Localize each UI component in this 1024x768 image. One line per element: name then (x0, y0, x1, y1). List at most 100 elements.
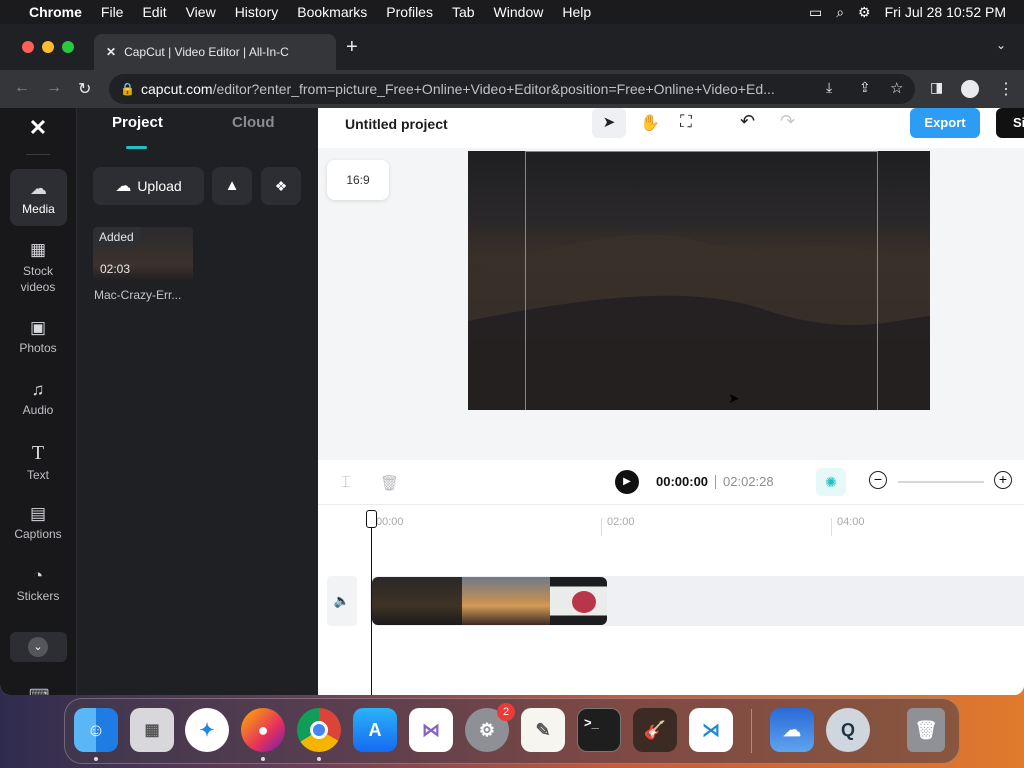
dock-visual-studio[interactable]: ⋈ (409, 708, 453, 752)
dock-textedit[interactable]: ✎ (521, 708, 565, 752)
sign-in-button[interactable]: Si (996, 108, 1024, 138)
menu-file[interactable]: File (101, 4, 124, 20)
editor-canvas: Untitled project ➤ ✋ ⛶ ↶ ↷ Export Si 16:… (318, 108, 1024, 695)
crop-selection-frame[interactable] (525, 151, 878, 410)
back-icon[interactable]: ← (14, 79, 30, 97)
dock: ☺ ▦ ✦ ● A ⋈ ⚙ 2 ✎ >_ 🎸 ⋊ ☁ Q 🗑 (64, 698, 960, 764)
dock-weather[interactable]: ☁ (770, 708, 814, 752)
keyboard-shortcuts-icon[interactable]: ⌨ (29, 686, 49, 695)
sidebar-item-photos[interactable]: ▣ Photos (0, 318, 76, 355)
dock-quicktime[interactable]: Q (826, 708, 870, 752)
screen-mirror-icon[interactable]: ▭ (809, 4, 822, 21)
undo-icon[interactable]: ↶ (740, 111, 755, 132)
menu-edit[interactable]: Edit (142, 4, 166, 20)
fullscreen-icon[interactable]: ⛶ (680, 112, 692, 132)
hand-tool-icon[interactable]: ✋ (640, 113, 660, 133)
upload-label: Upload (137, 178, 182, 194)
minimize-window-button[interactable] (42, 41, 54, 53)
zoom-window-button[interactable] (62, 41, 74, 53)
zoom-out-icon[interactable]: − (869, 471, 887, 489)
close-window-button[interactable] (22, 41, 34, 53)
sidebar-item-captions[interactable]: ▤ Captions (0, 504, 76, 541)
video-clip[interactable] (372, 577, 607, 625)
redo-icon[interactable]: ↷ (780, 111, 795, 132)
tab-project[interactable]: Project (112, 114, 163, 131)
capcut-logo-icon[interactable]: ✕ (24, 116, 52, 140)
split-icon[interactable]: ⌶ (341, 474, 351, 492)
share-icon[interactable]: ⇪ (859, 79, 871, 96)
playhead-handle[interactable] (366, 510, 377, 528)
menu-window[interactable]: Window (494, 4, 544, 20)
snap-toggle-button[interactable]: ✺ (816, 468, 846, 496)
export-button[interactable]: Export (910, 108, 980, 138)
browser-tab-capcut[interactable]: ✕ CapCut | Video Editor | All-In-C (94, 34, 336, 70)
side-panel-icon[interactable]: ◨ (930, 79, 943, 96)
tab-cloud[interactable]: Cloud (232, 114, 275, 131)
menu-profiles[interactable]: Profiles (386, 4, 433, 20)
sidebar-item-media[interactable]: ☁ Media (10, 169, 67, 226)
dropbox-button[interactable]: ❖ (261, 167, 301, 205)
new-tab-button[interactable]: + (346, 36, 358, 59)
media-thumbnail[interactable]: Added 02:03 (93, 227, 193, 282)
mouse-cursor-icon: ➤ (728, 390, 740, 406)
menu-help[interactable]: Help (562, 4, 591, 20)
bookmark-star-icon[interactable]: ☆ (890, 79, 903, 97)
menu-view[interactable]: View (186, 4, 216, 20)
menu-clock[interactable]: Fri Jul 28 10:52 PM (885, 4, 1006, 20)
dock-chrome[interactable] (297, 708, 341, 752)
dock-vscode[interactable]: ⋊ (689, 708, 733, 752)
menu-tab[interactable]: Tab (452, 4, 475, 20)
dock-terminal[interactable]: >_ (577, 708, 621, 752)
dock-launchpad[interactable]: ▦ (130, 708, 174, 752)
image-icon: ▣ (29, 318, 47, 337)
clip-frame (550, 577, 607, 625)
music-icon: ♫ (31, 380, 45, 399)
audio-track-mute-button[interactable]: 🔈 (327, 576, 357, 626)
more-menu-icon[interactable]: ⋮ (998, 79, 1014, 99)
magnet-icon: ✺ (825, 474, 837, 490)
ruler-label: 02:00 (607, 516, 635, 528)
aspect-ratio-button[interactable]: 16:9 (327, 160, 389, 200)
sidebar-item-label: Stickers (16, 589, 60, 603)
play-button[interactable]: ▶ (615, 470, 639, 494)
dock-safari[interactable]: ✦ (185, 708, 229, 752)
zoom-slider[interactable] (898, 481, 984, 483)
google-drive-button[interactable]: ▲ (212, 167, 252, 205)
playhead[interactable] (371, 510, 372, 695)
menu-history[interactable]: History (235, 4, 279, 20)
sidebar-item-stickers[interactable]: ◔ Stickers (0, 566, 76, 603)
forward-icon[interactable]: → (46, 79, 62, 97)
expand-sidebar-button[interactable]: ⌄ (10, 632, 67, 662)
control-center-icon[interactable]: ⚙ (858, 4, 871, 21)
reload-icon[interactable]: ↻ (78, 79, 91, 99)
sidebar-item-label: Audio (22, 403, 54, 417)
project-title[interactable]: Untitled project (345, 116, 448, 132)
sidebar-item-label: Media (22, 202, 55, 216)
profile-avatar-icon[interactable] (961, 80, 979, 98)
menu-bar: Chrome File Edit View History Bookmarks … (0, 0, 1024, 24)
spotlight-search-icon[interactable]: ⌕ (836, 4, 844, 21)
install-icon[interactable]: ⤓ (826, 79, 832, 96)
address-bar[interactable]: 🔒 capcut.com /editor?enter_from=picture_… (109, 74, 915, 104)
added-badge: Added (93, 227, 140, 247)
tab-search-icon[interactable]: ⌄ (996, 38, 1006, 52)
video-preview[interactable] (468, 151, 930, 410)
upload-button[interactable]: ☁ Upload (93, 167, 204, 205)
menu-bookmarks[interactable]: Bookmarks (297, 4, 367, 20)
dock-garageband[interactable]: 🎸 (633, 708, 677, 752)
dock-firefox[interactable]: ● (241, 708, 285, 752)
running-indicator (317, 757, 321, 761)
dock-finder[interactable]: ☺ (74, 708, 118, 752)
sidebar-item-label: Photos (19, 341, 57, 355)
media-panel: Project Cloud ☁ Upload ▲ ❖ Added 02:03 M… (76, 108, 318, 695)
sidebar-item-stock-videos[interactable]: ▦ Stock videos (0, 240, 76, 295)
select-tool-button[interactable]: ➤ (592, 108, 626, 138)
zoom-in-icon[interactable]: + (994, 471, 1012, 489)
menu-app-name[interactable]: Chrome (29, 4, 82, 20)
delete-icon[interactable]: 🗑 (380, 474, 399, 492)
dock-trash[interactable]: 🗑 (907, 708, 945, 752)
sidebar-item-audio[interactable]: ♫ Audio (0, 380, 76, 417)
sidebar-item-text[interactable]: T Text (0, 442, 76, 482)
dock-app-store[interactable]: A (353, 708, 397, 752)
chevron-down-icon: ⌄ (28, 637, 48, 657)
